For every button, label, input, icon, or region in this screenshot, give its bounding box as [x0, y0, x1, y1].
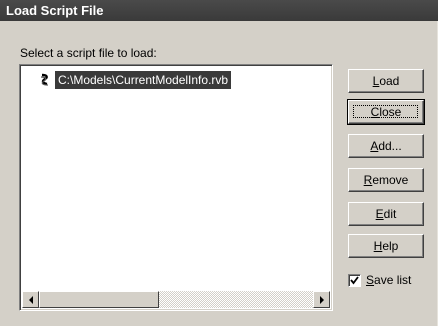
script-file-icon — [38, 73, 52, 87]
checkmark-icon — [350, 275, 359, 284]
script-file-list[interactable]: C:\Models\CurrentModelInfo.rvb — [19, 64, 333, 311]
scroll-right-button[interactable] — [313, 291, 330, 308]
close-button[interactable]: Close — [347, 99, 425, 125]
list-item[interactable]: C:\Models\CurrentModelInfo.rvb — [38, 71, 232, 89]
window-title: Load Script File — [6, 3, 104, 18]
save-list-checkbox[interactable] — [348, 273, 361, 287]
help-button[interactable]: Help — [348, 234, 424, 258]
load-button[interactable]: Load — [348, 69, 424, 93]
arrow-right-icon — [319, 295, 324, 304]
scroll-left-button[interactable] — [22, 291, 39, 308]
file-path: C:\Models\CurrentModelInfo.rvb — [55, 71, 232, 89]
title-bar[interactable]: Load Script File — [0, 0, 438, 21]
horizontal-scrollbar[interactable] — [22, 291, 330, 308]
prompt-label: Select a script file to load: — [20, 46, 157, 60]
arrow-left-icon — [28, 295, 33, 304]
edit-button[interactable]: Edit — [348, 202, 424, 226]
save-list-option[interactable]: Save list — [348, 272, 411, 288]
scroll-thumb[interactable] — [39, 291, 159, 308]
add-button[interactable]: Add... — [348, 134, 424, 158]
save-list-label[interactable]: Save list — [366, 273, 411, 287]
page: Load Script File Select a script file to… — [0, 0, 442, 326]
remove-button[interactable]: Remove — [348, 168, 424, 192]
load-script-dialog: Load Script File Select a script file to… — [0, 0, 438, 326]
